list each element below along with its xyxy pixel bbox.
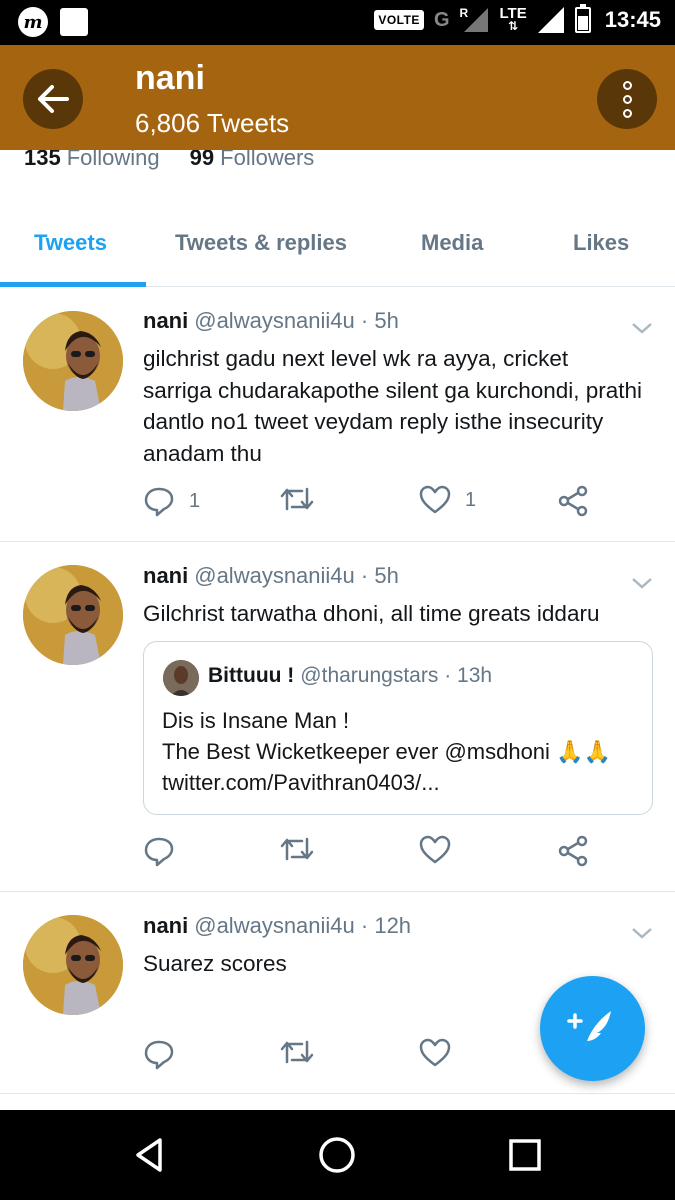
quoted-author-name: Bittuuu ! (208, 664, 295, 687)
tweet-author-name[interactable]: nani (143, 308, 188, 333)
tweet-header: nani @alwaysnanii4u · 5h (143, 563, 399, 589)
heart-icon (419, 485, 451, 514)
share-button[interactable] (557, 485, 589, 517)
active-tab-indicator (0, 282, 146, 287)
chevron-down-icon[interactable] (630, 320, 654, 336)
network-type-g: G (433, 8, 450, 31)
tweet-card[interactable]: nani @alwaysnanii4u · 5h Gilchrist tarwat… (0, 542, 675, 892)
compose-feather-icon (566, 1010, 611, 1047)
heart-icon (419, 835, 451, 864)
tweet-actions (143, 835, 603, 871)
more-dot-icon (622, 94, 632, 104)
avatar[interactable] (23, 311, 123, 411)
share-button[interactable] (557, 835, 589, 867)
tweet-card[interactable]: nani @alwaysnanii4u · 5h gilchrist gadu n… (0, 288, 675, 542)
tweet-time: · 12h (360, 913, 412, 938)
tweet-header: nani @alwaysnanii4u · 5h (143, 308, 399, 334)
nav-back-icon[interactable] (130, 1135, 170, 1175)
tweet-actions: 1 1 (143, 485, 603, 521)
tab-tweets[interactable]: Tweets (34, 230, 107, 256)
quoted-text: Dis is Insane Man ! The Best Wicketkeepe… (162, 705, 611, 798)
tweet-actions (143, 1038, 603, 1074)
back-arrow-icon (38, 85, 69, 113)
avatar[interactable] (23, 915, 123, 1015)
notification-square-icon (60, 8, 88, 36)
profile-header: nani 6,806 Tweets (0, 45, 675, 150)
tweet-author-handle: @alwaysnanii4u (194, 563, 355, 588)
reply-icon (144, 837, 174, 867)
tweet-author-handle: @alwaysnanii4u (194, 913, 355, 938)
retweet-icon (280, 487, 314, 511)
chevron-down-icon[interactable] (630, 925, 654, 941)
tweet-text: Suarez scores (143, 951, 287, 976)
quoted-avatar[interactable] (163, 660, 199, 696)
android-nav-bar (0, 1110, 675, 1200)
share-icon (558, 835, 588, 867)
retweet-icon (280, 1040, 314, 1064)
like-button[interactable]: 1 (419, 485, 476, 515)
more-dot-icon (622, 108, 632, 118)
more-options-button[interactable] (597, 69, 657, 129)
volte-badge: VOLTE (374, 10, 424, 30)
tweet-author-name[interactable]: nani (143, 563, 188, 588)
retweet-button[interactable] (280, 485, 314, 513)
tweet-text: Gilchrist tarwatha dhoni, all time great… (143, 601, 600, 626)
tab-tweets-replies[interactable]: Tweets & replies (175, 230, 347, 256)
retweet-icon (280, 837, 314, 861)
more-dot-icon (622, 80, 632, 90)
chevron-down-icon[interactable] (630, 575, 654, 591)
reply-icon (144, 1040, 174, 1070)
retweet-button[interactable] (280, 835, 314, 863)
header-title: nani (135, 59, 205, 97)
reply-button[interactable]: 1 (143, 485, 200, 517)
quoted-header: Bittuuu ! @tharungstars · 13h (208, 664, 492, 688)
tweet-author-name[interactable]: nani (143, 913, 188, 938)
reply-button[interactable] (143, 835, 175, 867)
reply-count: 1 (189, 489, 201, 512)
avatar[interactable] (23, 565, 123, 665)
retweet-button[interactable] (280, 1038, 314, 1066)
tweet-text: gilchrist gadu next level wk ra ayya, cr… (143, 346, 643, 466)
quoted-line: Dis is Insane Man ! (162, 708, 350, 733)
signal-icon (537, 7, 564, 33)
status-time: 13:45 (604, 7, 661, 32)
nav-home-icon[interactable] (317, 1135, 357, 1175)
quoted-time: · 13h (444, 664, 493, 687)
tweet-author-handle: @alwaysnanii4u (194, 308, 355, 333)
tweet-time: · 5h (360, 308, 399, 333)
quoted-author-handle: @tharungstars (300, 664, 439, 687)
roaming-signal-icon: R (460, 6, 490, 34)
quoted-line: The Best Wicketkeeper ever @msdhoni 🙏🙏 (162, 739, 611, 764)
nav-recents-icon[interactable] (505, 1135, 545, 1175)
share-icon (558, 485, 588, 517)
back-button[interactable] (23, 69, 83, 129)
like-button[interactable] (419, 835, 451, 865)
compose-tweet-button[interactable] (540, 976, 645, 1081)
quoted-link[interactable]: twitter.com/Pavithran0403/... (162, 767, 611, 798)
reply-icon (144, 487, 174, 517)
tab-likes[interactable]: Likes (573, 230, 629, 256)
tweet-time: · 5h (360, 563, 399, 588)
profile-tabs: Tweets Tweets & replies Media Likes (0, 200, 675, 287)
lte-indicator: LTE ⇅ (499, 5, 527, 33)
quoted-tweet[interactable]: Bittuuu ! @tharungstars · 13h Dis is Insa… (143, 641, 653, 815)
tab-media[interactable]: Media (421, 230, 483, 256)
tweet-header: nani @alwaysnanii4u · 12h (143, 913, 411, 939)
reply-button[interactable] (143, 1038, 175, 1070)
header-tweet-count: 6,806 Tweets (135, 108, 290, 138)
like-button[interactable] (419, 1038, 451, 1068)
status-bar: m VOLTE G R LTE ⇅ 13:45 (0, 0, 675, 45)
heart-icon (419, 1038, 451, 1067)
roaming-indicator: R (459, 6, 469, 20)
battery-icon (574, 4, 591, 33)
like-count: 1 (465, 488, 477, 511)
app-notification-icon: m (18, 7, 48, 37)
